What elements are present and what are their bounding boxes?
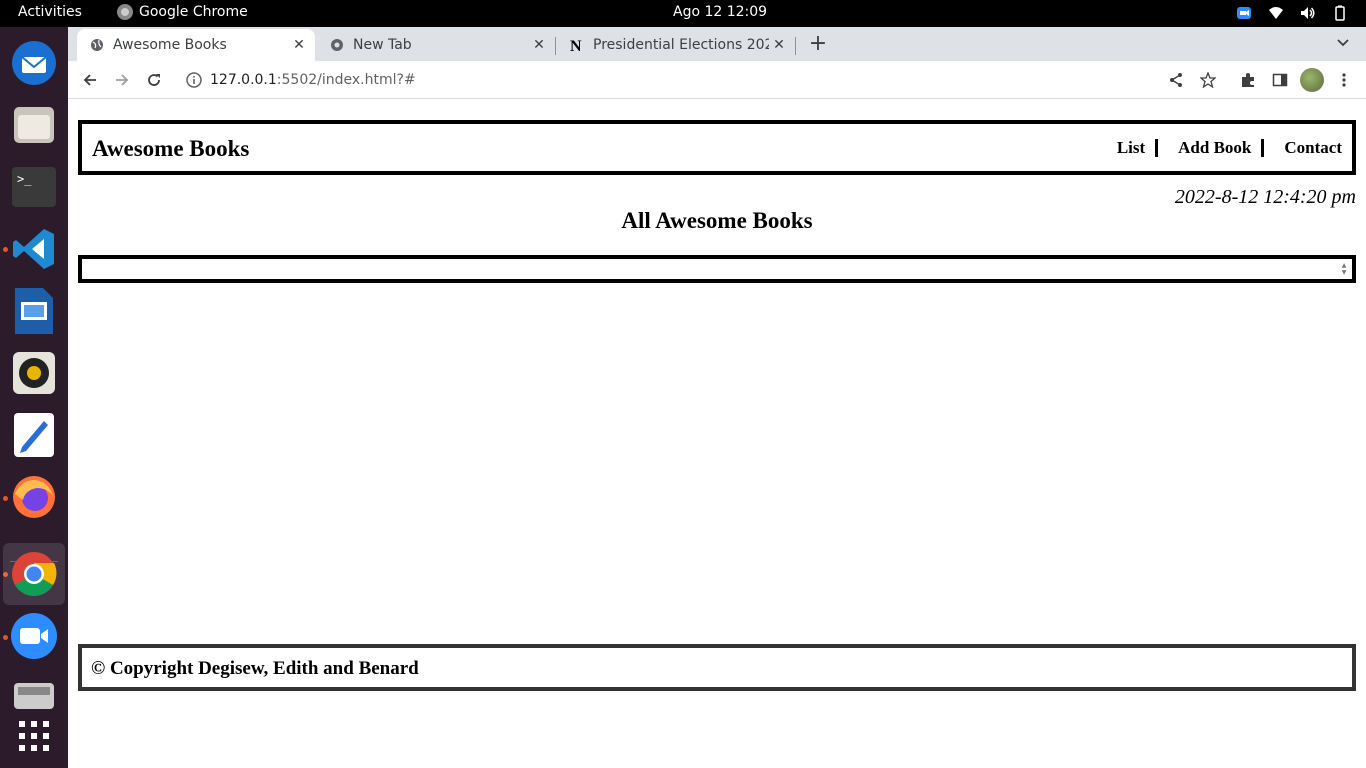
- site-brand: Awesome Books: [92, 136, 250, 161]
- text-editor-launcher[interactable]: [9, 410, 59, 460]
- tab-search-chevron-icon[interactable]: [1336, 35, 1350, 49]
- tab-separator: [555, 37, 556, 55]
- forward-arrow-icon: [116, 74, 129, 86]
- nav-link-contact[interactable]: Contact: [1264, 138, 1342, 158]
- current-datetime: 2022-8-12 12:4:20 pm: [1174, 186, 1356, 208]
- speaker-icon: [13, 352, 55, 394]
- tab-strip: Awesome Books ✕ New Tab ✕ N Presidential…: [68, 27, 1366, 61]
- nav-link-add-book[interactable]: Add Book: [1158, 138, 1261, 158]
- system-tray[interactable]: [1236, 5, 1348, 21]
- svg-text:N: N: [570, 38, 582, 53]
- chrome-menu-button[interactable]: [1334, 70, 1354, 90]
- new-tab-button[interactable]: +: [806, 33, 830, 57]
- tab-title: Awesome Books: [113, 37, 227, 53]
- section-title: All Awesome Books: [621, 208, 813, 233]
- site-footer: © Copyright Degisew, Edith and Benard: [78, 644, 1356, 691]
- close-tab-icon[interactable]: ✕: [289, 37, 309, 53]
- address-bar[interactable]: 127.0.0.1:5502/index.html?#: [178, 65, 1294, 95]
- chrome-icon: [12, 552, 57, 596]
- volume-icon[interactable]: [1300, 5, 1316, 21]
- profile-avatar[interactable]: [1300, 68, 1324, 92]
- share-button[interactable]: [1166, 70, 1186, 90]
- chrome-app-icon: [117, 4, 133, 20]
- text-editor-icon: [14, 413, 54, 457]
- folder-icon: [14, 107, 54, 143]
- url-host: 127.0.0.1: [210, 72, 277, 88]
- thunderbird-launcher[interactable]: [9, 38, 59, 88]
- thunderbird-icon: [12, 41, 56, 85]
- running-indicator: [3, 496, 8, 501]
- star-icon: [1200, 72, 1216, 88]
- web-page: Awesome Books List Add Book Contact 2022…: [68, 100, 1366, 768]
- grid-icon: [19, 721, 49, 751]
- clock[interactable]: Ago 12 12:09: [673, 4, 767, 20]
- vscode-icon: [13, 229, 54, 269]
- side-panel-icon: [1272, 73, 1288, 87]
- site-info-icon[interactable]: [186, 72, 202, 88]
- tab-title: Presidential Elections 202: [593, 37, 769, 53]
- tab-presidential-elections[interactable]: N Presidential Elections 202 ✕: [557, 29, 795, 61]
- svg-text:>_: >_: [17, 172, 32, 186]
- show-apps-button[interactable]: [9, 711, 59, 761]
- system-top-bar: Activities Google Chrome Ago 12 12:09: [0, 0, 1366, 27]
- firefox-icon: [13, 476, 55, 518]
- bookmark-button[interactable]: [1198, 70, 1218, 90]
- side-panel-button[interactable]: [1270, 70, 1290, 90]
- extensions-button[interactable]: [1238, 70, 1258, 90]
- rhythmbox-launcher[interactable]: [9, 348, 59, 398]
- activities-button[interactable]: Activities: [18, 4, 82, 20]
- puzzle-icon: [1242, 73, 1254, 87]
- site-header: Awesome Books List Add Book Contact: [78, 120, 1356, 175]
- browser-window: Awesome Books ✕ New Tab ✕ N Presidential…: [68, 27, 1366, 768]
- main-nav: List Add Book Contact: [1117, 138, 1342, 158]
- back-arrow-icon: [83, 74, 96, 86]
- close-tab-icon[interactable]: ✕: [769, 37, 789, 53]
- drive-icon: [14, 683, 54, 709]
- document-icon: [15, 288, 53, 334]
- back-button[interactable]: [78, 68, 102, 92]
- scroll-spinner[interactable]: ▲ ▼: [1338, 261, 1350, 277]
- reload-icon: [148, 74, 160, 86]
- wifi-icon[interactable]: [1268, 5, 1284, 21]
- zoom-launcher[interactable]: [9, 611, 59, 661]
- book-list[interactable]: ▲ ▼: [78, 255, 1356, 283]
- copyright-text: © Copyright Degisew, Edith and Benard: [91, 658, 419, 679]
- notion-icon: N: [569, 37, 585, 53]
- battery-icon[interactable]: [1332, 5, 1348, 21]
- running-indicator: [3, 247, 8, 252]
- browser-toolbar: 127.0.0.1:5502/index.html?#: [68, 61, 1366, 99]
- kebab-menu-icon: [1342, 73, 1346, 87]
- close-tab-icon[interactable]: ✕: [529, 37, 549, 53]
- app-menu[interactable]: Google Chrome: [117, 4, 248, 20]
- terminal-launcher[interactable]: >_: [9, 162, 59, 212]
- impress-launcher[interactable]: [9, 286, 59, 336]
- files-launcher[interactable]: [9, 100, 59, 150]
- forward-button[interactable]: [110, 68, 134, 92]
- tab-separator: [795, 37, 796, 55]
- terminal-icon: >_: [12, 167, 56, 207]
- chrome-launcher[interactable]: [3, 543, 65, 605]
- app-name: Google Chrome: [139, 4, 248, 20]
- zoom-icon: [11, 613, 57, 659]
- vscode-launcher[interactable]: [9, 224, 59, 274]
- firefox-launcher[interactable]: [9, 472, 59, 522]
- globe-icon: [89, 37, 105, 53]
- spinner-down-icon[interactable]: ▼: [1342, 269, 1347, 276]
- chrome-favicon-icon: [329, 37, 345, 53]
- nav-link-list[interactable]: List: [1117, 138, 1155, 158]
- url-path: :5502/index.html?#: [276, 72, 416, 88]
- share-icon: [1170, 73, 1182, 87]
- running-indicator: [3, 635, 8, 640]
- dock: >_: [0, 27, 68, 768]
- zoom-tray-icon[interactable]: [1236, 5, 1252, 21]
- tab-awesome-books[interactable]: Awesome Books ✕: [77, 29, 315, 61]
- spinner-up-icon[interactable]: ▲: [1342, 262, 1347, 269]
- reload-button[interactable]: [142, 68, 166, 92]
- tab-title: New Tab: [353, 37, 412, 53]
- tab-new-tab[interactable]: New Tab ✕: [317, 29, 555, 61]
